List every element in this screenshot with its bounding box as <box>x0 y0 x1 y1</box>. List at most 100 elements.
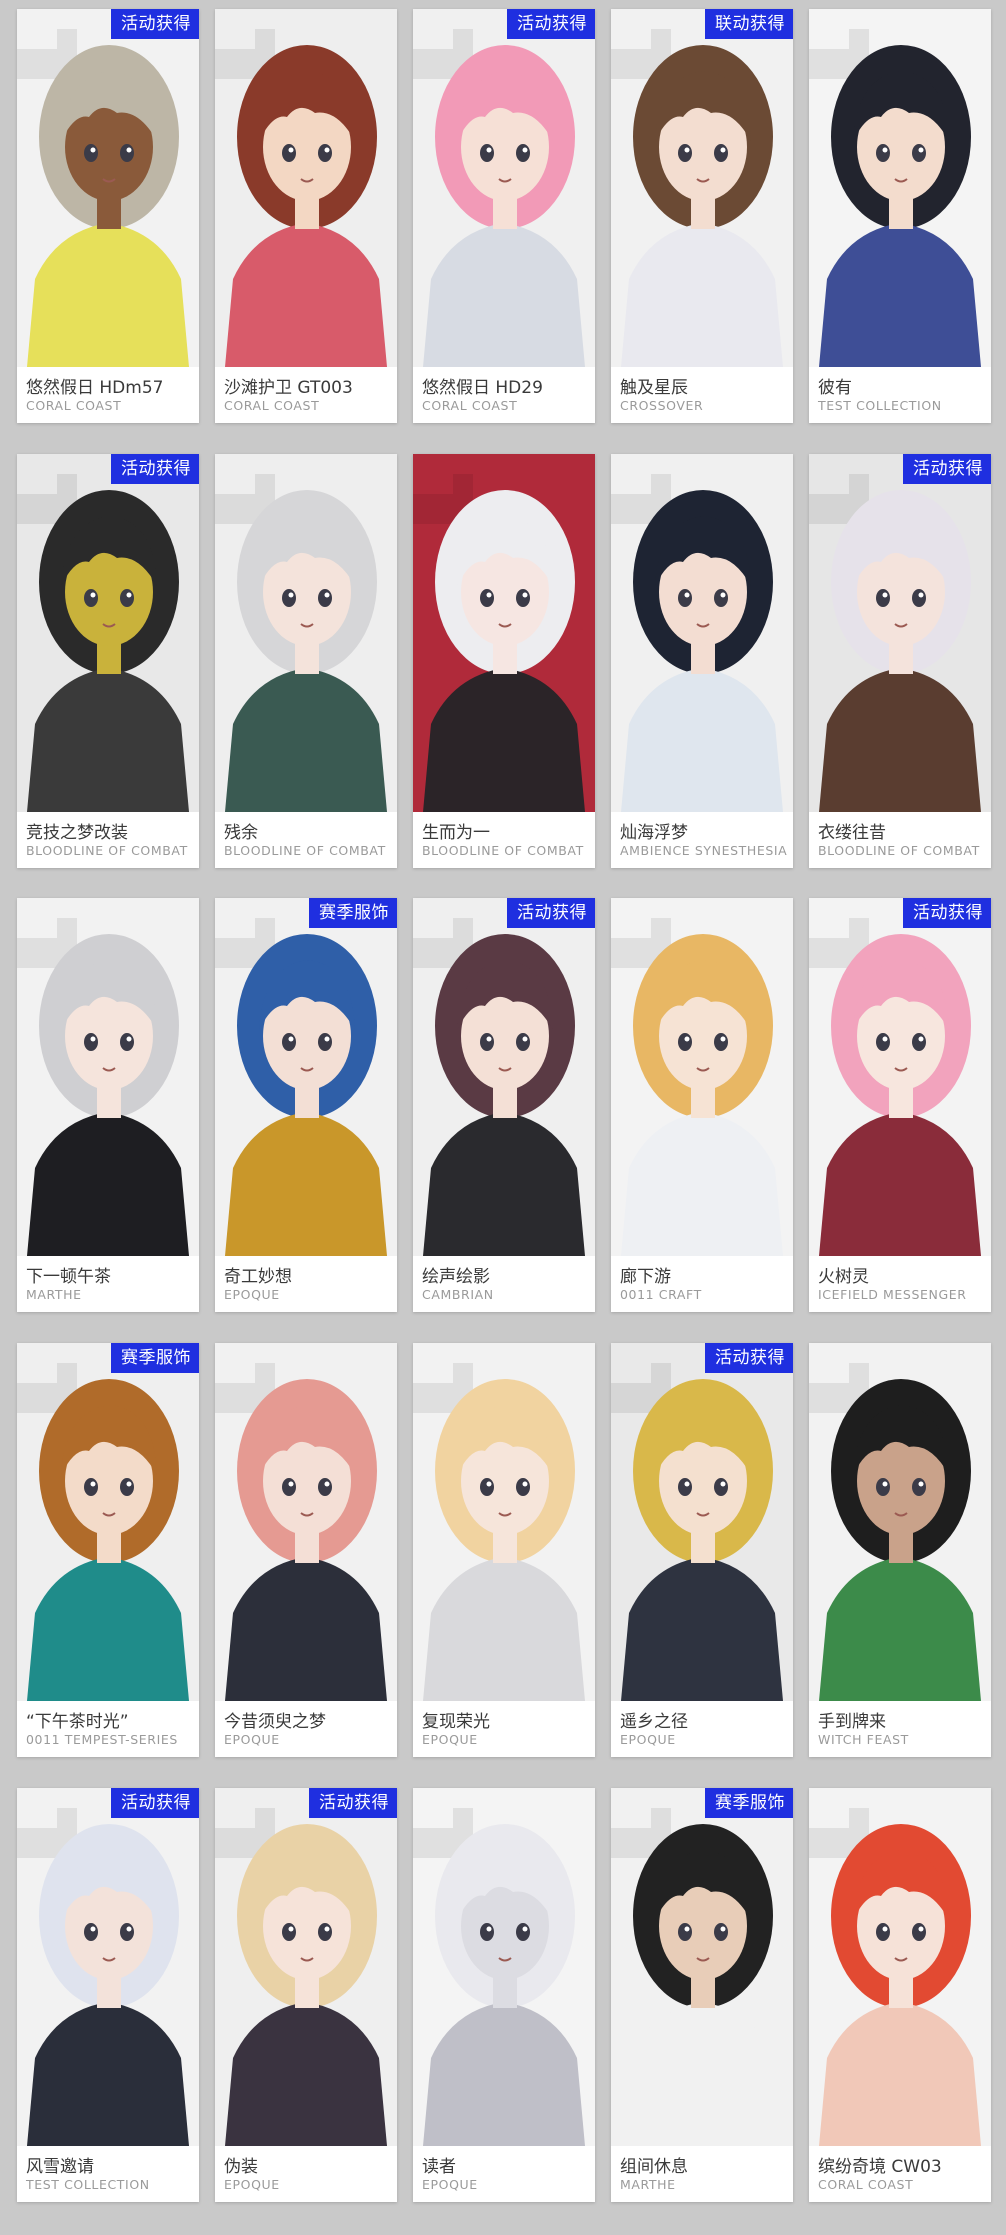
outfit-series: 0011 CRAFT <box>620 1287 702 1302</box>
outfit-card[interactable]: 沙滩护卫 GT003 CORAL COAST <box>215 9 397 423</box>
outfit-name: 手到牌来 <box>818 1712 886 1732</box>
outfit-name: 灿海浮梦 <box>620 823 688 843</box>
outfit-card[interactable]: 下一顿午茶 MARTHE <box>17 898 199 1312</box>
outfit-info: 遥乡之径 EPOQUE <box>611 1701 793 1757</box>
outfit-artwork <box>215 1788 397 2146</box>
outfit-card[interactable]: 活动获得 悠然假日 HDm57 CORAL COAST <box>17 9 199 423</box>
outfit-artwork <box>215 9 397 367</box>
outfit-artwork <box>17 1788 199 2146</box>
outfit-series: TEST COLLECTION <box>818 398 942 413</box>
outfit-card[interactable]: 生而为一 BLOODLINE OF COMBAT <box>413 454 595 868</box>
outfit-artwork <box>17 9 199 367</box>
outfit-artwork <box>413 454 595 812</box>
outfit-artwork <box>809 1788 991 2146</box>
outfit-card[interactable]: 活动获得 竞技之梦改装 BLOODLINE OF COMBAT <box>17 454 199 868</box>
outfit-name: 彼有 <box>818 378 852 398</box>
outfit-artwork <box>809 1343 991 1701</box>
outfit-grid: 活动获得 悠然假日 HDm57 CORAL COAST 沙滩护卫 GT003 CORAL… <box>0 0 1006 2235</box>
outfit-name: 伪装 <box>224 2157 258 2177</box>
outfit-card[interactable]: 活动获得火树灵 ICEFIELD MESSENGER <box>809 898 991 1312</box>
outfit-name: 触及星辰 <box>620 378 688 398</box>
outfit-card[interactable]: 联动获得触及星辰 CROSSOVER <box>611 9 793 423</box>
outfit-series: CROSSOVER <box>620 398 704 413</box>
outfit-series: EPOQUE <box>620 1732 676 1747</box>
outfit-artwork <box>17 454 199 812</box>
outfit-info: 读者 EPOQUE <box>413 2146 595 2202</box>
outfit-artwork <box>215 454 397 812</box>
outfit-name: 复现荣光 <box>422 1712 490 1732</box>
outfit-card[interactable]: 彼有 TEST COLLECTION <box>809 9 991 423</box>
outfit-series: EPOQUE <box>422 2177 478 2192</box>
outfit-name: 奇工妙想 <box>224 1267 292 1287</box>
outfit-info: 竞技之梦改装 BLOODLINE OF COMBAT <box>17 812 199 868</box>
outfit-card[interactable]: 手到牌来 WITCH FEAST <box>809 1343 991 1757</box>
outfit-info: 廊下游 0011 CRAFT <box>611 1256 793 1312</box>
outfit-series: CORAL COAST <box>26 398 122 413</box>
outfit-card[interactable]: 活动获得绘声绘影 CAMBRIAN <box>413 898 595 1312</box>
outfit-name: “下午茶时光” <box>26 1712 129 1732</box>
outfit-card[interactable]: 今昔须臾之梦 EPOQUE <box>215 1343 397 1757</box>
acquisition-badge: 赛季服饰 <box>705 1788 793 1818</box>
outfit-artwork <box>611 1788 793 2146</box>
outfit-name: 遥乡之径 <box>620 1712 688 1732</box>
outfit-artwork <box>413 1788 595 2146</box>
outfit-card[interactable]: 活动获得 衣缕往昔 BLOODLINE OF COMBAT <box>809 454 991 868</box>
outfit-artwork <box>215 1343 397 1701</box>
outfit-card[interactable]: 活动获得遥乡之径 EPOQUE <box>611 1343 793 1757</box>
outfit-series: MARTHE <box>620 2177 676 2192</box>
outfit-card[interactable]: 缤纷奇境 CW03 CORAL COAST <box>809 1788 991 2202</box>
outfit-series: EPOQUE <box>224 2177 280 2192</box>
outfit-card[interactable]: 廊下游 0011 CRAFT <box>611 898 793 1312</box>
outfit-series: EPOQUE <box>224 1287 280 1302</box>
outfit-card[interactable]: 赛季服饰 “下午茶时光” 0011 TEMPEST-SERIES <box>17 1343 199 1757</box>
outfit-card[interactable]: 活动获得 风雪邀请 TEST COLLECTION <box>17 1788 199 2202</box>
outfit-info: 触及星辰 CROSSOVER <box>611 367 793 423</box>
outfit-series: WITCH FEAST <box>818 1732 909 1747</box>
outfit-name: 组间休息 <box>620 2157 688 2177</box>
outfit-series: CAMBRIAN <box>422 1287 494 1302</box>
outfit-card[interactable]: 残余 BLOODLINE OF COMBAT <box>215 454 397 868</box>
acquisition-badge: 联动获得 <box>705 9 793 39</box>
outfit-info: “下午茶时光” 0011 TEMPEST-SERIES <box>17 1701 199 1757</box>
outfit-card[interactable]: 活动获得 悠然假日 HD29 CORAL COAST <box>413 9 595 423</box>
outfit-card[interactable]: 灿海浮梦 AMBIENCE SYNESTHESIA <box>611 454 793 868</box>
outfit-name: 读者 <box>422 2157 456 2177</box>
acquisition-badge: 活动获得 <box>507 898 595 928</box>
outfit-info: 伪装 EPOQUE <box>215 2146 397 2202</box>
outfit-name: 悠然假日 HD29 <box>422 378 543 398</box>
outfit-card[interactable]: 赛季服饰 奇工妙想 EPOQUE <box>215 898 397 1312</box>
outfit-info: 绘声绘影 CAMBRIAN <box>413 1256 595 1312</box>
outfit-series: AMBIENCE SYNESTHESIA <box>620 843 788 858</box>
outfit-series: BLOODLINE OF COMBAT <box>818 843 980 858</box>
outfit-artwork <box>413 1343 595 1701</box>
outfit-info: 缤纷奇境 CW03 CORAL COAST <box>809 2146 991 2202</box>
outfit-series: EPOQUE <box>224 1732 280 1747</box>
outfit-name: 衣缕往昔 <box>818 823 886 843</box>
outfit-name: 火树灵 <box>818 1267 869 1287</box>
outfit-name: 竞技之梦改装 <box>26 823 128 843</box>
acquisition-badge: 活动获得 <box>111 9 199 39</box>
outfit-card[interactable]: 复现荣光 EPOQUE <box>413 1343 595 1757</box>
outfit-artwork <box>611 9 793 367</box>
outfit-name: 残余 <box>224 823 258 843</box>
outfit-artwork <box>809 454 991 812</box>
outfit-artwork <box>611 1343 793 1701</box>
acquisition-badge: 活动获得 <box>903 898 991 928</box>
outfit-card[interactable]: 读者 EPOQUE <box>413 1788 595 2202</box>
outfit-artwork <box>809 898 991 1256</box>
acquisition-badge: 活动获得 <box>705 1343 793 1373</box>
outfit-artwork <box>611 454 793 812</box>
outfit-artwork <box>17 898 199 1256</box>
outfit-info: 复现荣光 EPOQUE <box>413 1701 595 1757</box>
outfit-info: 火树灵 ICEFIELD MESSENGER <box>809 1256 991 1312</box>
outfit-name: 绘声绘影 <box>422 1267 490 1287</box>
outfit-info: 今昔须臾之梦 EPOQUE <box>215 1701 397 1757</box>
outfit-artwork <box>809 9 991 367</box>
outfit-info: 手到牌来 WITCH FEAST <box>809 1701 991 1757</box>
acquisition-badge: 活动获得 <box>111 1788 199 1818</box>
outfit-info: 残余 BLOODLINE OF COMBAT <box>215 812 397 868</box>
outfit-series: 0011 TEMPEST-SERIES <box>26 1732 178 1747</box>
outfit-card[interactable]: 赛季服饰组间休息 MARTHE <box>611 1788 793 2202</box>
outfit-card[interactable]: 活动获得 伪装 EPOQUE <box>215 1788 397 2202</box>
outfit-info: 沙滩护卫 GT003 CORAL COAST <box>215 367 397 423</box>
